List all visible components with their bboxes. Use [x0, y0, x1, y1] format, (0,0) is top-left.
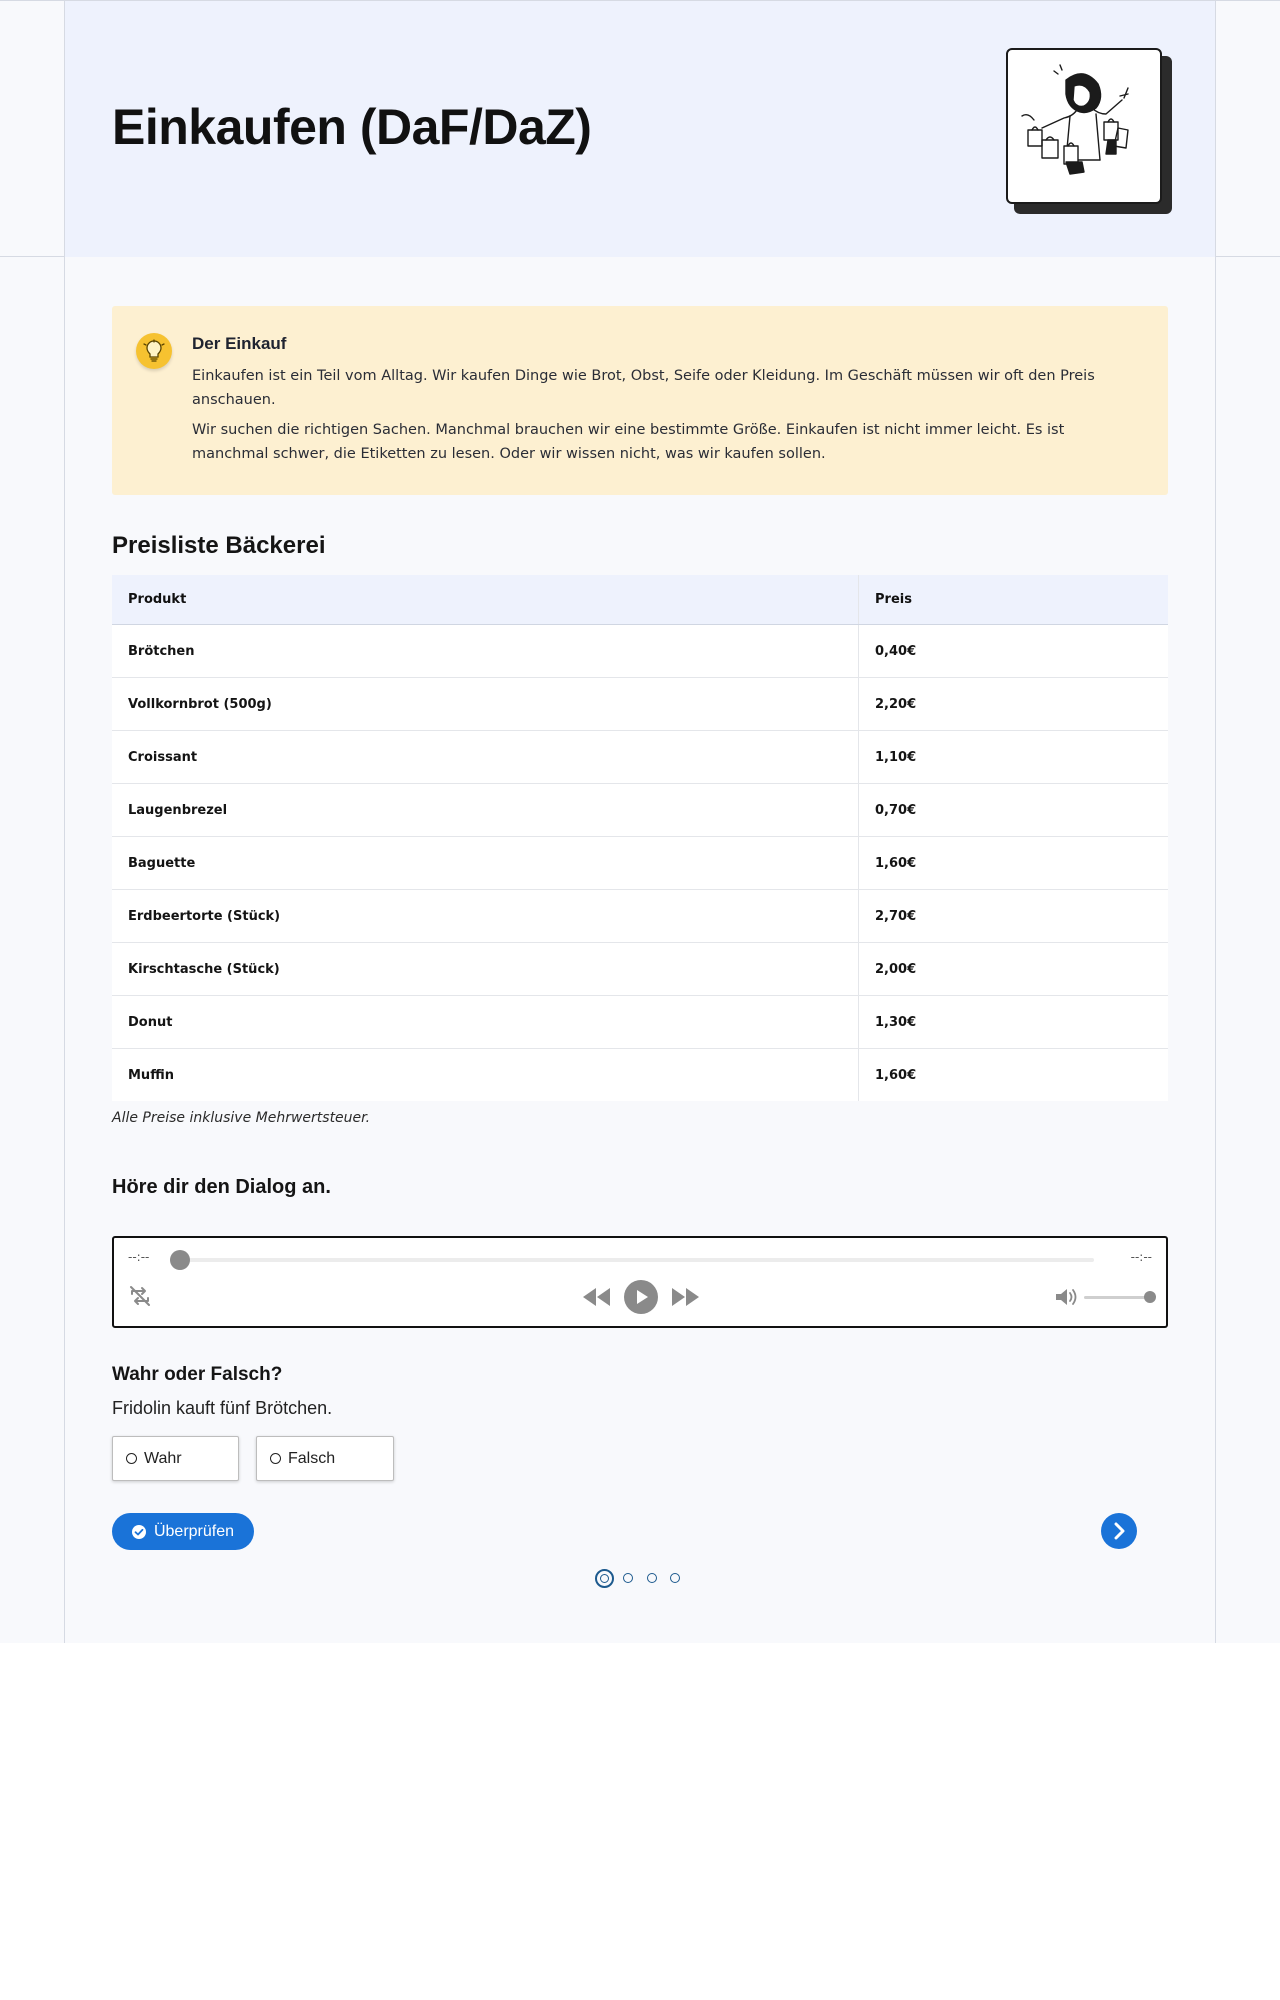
price-cell: 2,00€: [858, 942, 1168, 996]
seek-handle[interactable]: [170, 1250, 190, 1270]
quiz-title: Wahr oder Falsch?: [112, 1364, 283, 1385]
table-row: Donut 1,30€: [112, 995, 1168, 1049]
table-row: Kirschtasche (Stück) 2,00€: [112, 942, 1168, 996]
shopping-woman-with-bags-icon: [1006, 48, 1172, 214]
price-cell: 2,70€: [858, 889, 1168, 943]
product-cell: Donut: [112, 995, 859, 1049]
product-cell: Croissant: [112, 730, 859, 784]
total-time: --:--: [1130, 1250, 1152, 1264]
check-button[interactable]: Überprüfen: [112, 1513, 254, 1550]
column-header-price: Preis: [858, 575, 1168, 625]
table-note: Alle Preise inklusive Mehrwertsteuer.: [112, 1110, 371, 1126]
table-row: Baguette 1,60€: [112, 836, 1168, 890]
rewind-icon[interactable]: [582, 1287, 612, 1307]
column-header-product: Produkt: [112, 575, 859, 625]
chevron-right-icon: [1114, 1522, 1125, 1540]
info-paragraph: Wir suchen die richtigen Sachen. Manchma…: [192, 422, 1065, 462]
check-button-label: Überprüfen: [153, 1522, 235, 1540]
table-row: Brötchen 0,40€: [112, 624, 1168, 678]
seek-bar[interactable]: [170, 1258, 1094, 1262]
audio-player: --:-- --:--: [112, 1236, 1168, 1328]
next-button[interactable]: [1101, 1513, 1137, 1549]
price-cell: 1,60€: [858, 1048, 1168, 1101]
option-label: Wahr: [144, 1449, 182, 1467]
price-cell: 1,10€: [858, 730, 1168, 784]
illustration-card: [1006, 48, 1162, 204]
product-cell: Baguette: [112, 836, 859, 890]
price-cell: 0,40€: [858, 624, 1168, 678]
table-row: Croissant 1,10€: [112, 730, 1168, 784]
product-cell: Muffin: [112, 1048, 859, 1101]
table-header-row: Produkt Preis: [112, 575, 1168, 625]
loop-off-icon[interactable]: [128, 1284, 152, 1308]
page-title: Einkaufen (DaF/DaZ): [112, 99, 592, 155]
product-cell: Vollkornbrot (500g): [112, 677, 859, 731]
table-row: Muffin 1,60€: [112, 1048, 1168, 1101]
page-dot-4[interactable]: [670, 1573, 680, 1583]
lightbulb-icon: [136, 333, 172, 369]
option-label: Falsch: [288, 1449, 336, 1467]
price-table: Produkt Preis Brötchen 0,40€ Vollkornbro…: [112, 575, 1168, 1101]
table-title: Preisliste Bäckerei: [112, 532, 326, 559]
volume-handle[interactable]: [1144, 1291, 1156, 1303]
current-time: --:--: [128, 1250, 150, 1264]
page-dot-2[interactable]: [623, 1573, 633, 1583]
info-paragraph: Einkaufen ist ein Teil vom Alltag. Wir k…: [192, 368, 1095, 408]
option-true-button[interactable]: Wahr: [112, 1436, 239, 1481]
product-cell: Brötchen: [112, 624, 859, 678]
quiz-statement: Fridolin kauft fünf Brötchen.: [112, 1398, 333, 1418]
table-row: Erdbeertorte (Stück) 2,70€: [112, 889, 1168, 943]
radio-icon: [126, 1453, 137, 1464]
check-circle-icon: [131, 1524, 146, 1539]
table-row: Vollkornbrot (500g) 2,20€: [112, 677, 1168, 731]
table-row: Laugenbrezel 0,70€: [112, 783, 1168, 837]
price-cell: 2,20€: [858, 677, 1168, 731]
audio-title: Höre dir den Dialog an.: [112, 1176, 331, 1198]
play-icon[interactable]: [624, 1280, 658, 1314]
info-box: Der Einkauf Einkaufen ist ein Teil vom A…: [112, 306, 1168, 495]
option-false-button[interactable]: Falsch: [256, 1436, 394, 1481]
fast-forward-icon[interactable]: [670, 1287, 700, 1307]
page-dot-3[interactable]: [647, 1573, 657, 1583]
price-cell: 1,60€: [858, 836, 1168, 890]
info-title: Der Einkauf: [192, 334, 287, 353]
product-cell: Laugenbrezel: [112, 783, 859, 837]
illustration-drawing: [1021, 64, 1129, 175]
product-cell: Kirschtasche (Stück): [112, 942, 859, 996]
volume-icon[interactable]: [1054, 1286, 1078, 1308]
volume-slider[interactable]: [1084, 1296, 1150, 1299]
price-cell: 1,30€: [858, 995, 1168, 1049]
radio-icon: [270, 1453, 281, 1464]
pagination: [595, 1569, 685, 1589]
page-dot-1[interactable]: [595, 1569, 614, 1588]
product-cell: Erdbeertorte (Stück): [112, 889, 859, 943]
price-cell: 0,70€: [858, 783, 1168, 837]
